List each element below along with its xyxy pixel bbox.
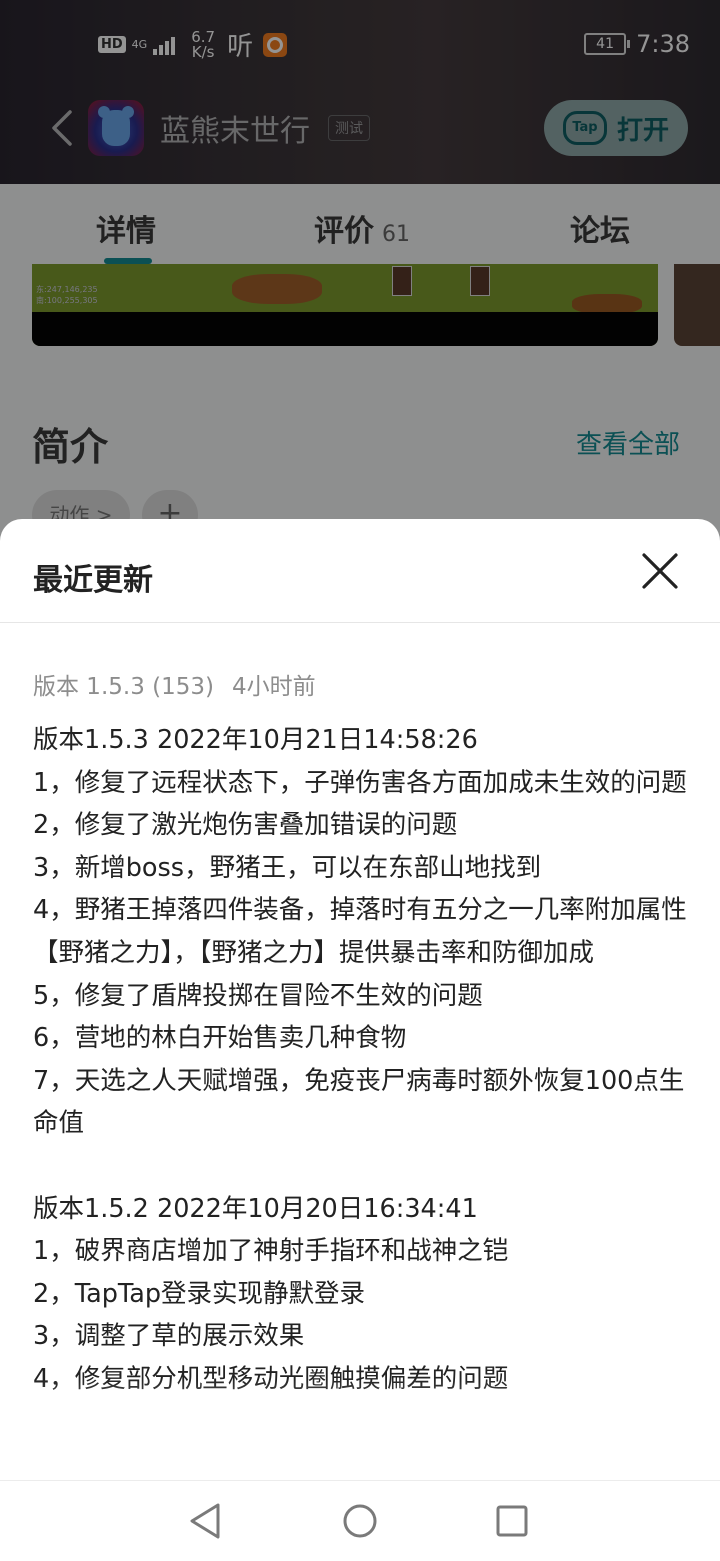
changelog-line: 5，修复了盾牌投掷在冒险不生效的问题	[33, 980, 483, 1011]
recent-updates-sheet: 最近更新 版本 1.5.3 (153) 4小时前 版本1.5.3 2022年10月…	[0, 519, 720, 1480]
changelog-line: 7，天选之人天赋增强，免疫丧尸病毒时额外恢复100点生命值	[33, 1065, 685, 1139]
recents-square-icon[interactable]	[492, 1501, 532, 1541]
version-number: 版本 1.5.3 (153)	[33, 674, 214, 700]
changelog-line: 4，野猪王掉落四件装备，掉落时有五分之一几率附加属性【野猪之力】，【野猪之力】提…	[33, 895, 687, 968]
changelog-line: 1，破界商店增加了神射手指环和战神之铠	[33, 1236, 509, 1267]
system-navigation-bar	[0, 1480, 720, 1561]
changelog-line: 6，营地的林白开始售卖几种食物	[33, 1023, 407, 1054]
changelog-line: 2，修复了激光炮伤害叠加错误的问题	[33, 810, 458, 841]
sheet-divider	[0, 622, 720, 623]
back-triangle-icon[interactable]	[186, 1501, 226, 1541]
changelog-line: 3，调整了草的展示效果	[33, 1321, 305, 1352]
sheet-title: 最近更新	[33, 563, 153, 598]
changelog-line: 3，新增boss，野猪王，可以在东部山地找到	[33, 852, 542, 883]
version-meta: 版本 1.5.3 (153) 4小时前	[33, 667, 316, 701]
changelog-blank-line	[33, 1145, 693, 1188]
close-icon[interactable]	[638, 549, 682, 593]
changelog-line: 2，TapTap登录实现静默登录	[33, 1278, 366, 1309]
changelog-line: 1，修复了远程状态下，子弹伤害各方面加成未生效的问题	[33, 767, 687, 798]
scroll-fade	[0, 1379, 720, 1480]
version-time-ago: 4小时前	[232, 674, 316, 700]
changelog-line: 版本1.5.2 2022年10月20日16:34:41	[33, 1193, 478, 1224]
home-circle-icon[interactable]	[340, 1501, 380, 1541]
changelog-line: 版本1.5.3 2022年10月21日14:58:26	[33, 725, 478, 755]
changelog-text: 版本1.5.3 2022年10月21日14:58:26 1，修复了远程状态下，子…	[33, 719, 693, 1401]
